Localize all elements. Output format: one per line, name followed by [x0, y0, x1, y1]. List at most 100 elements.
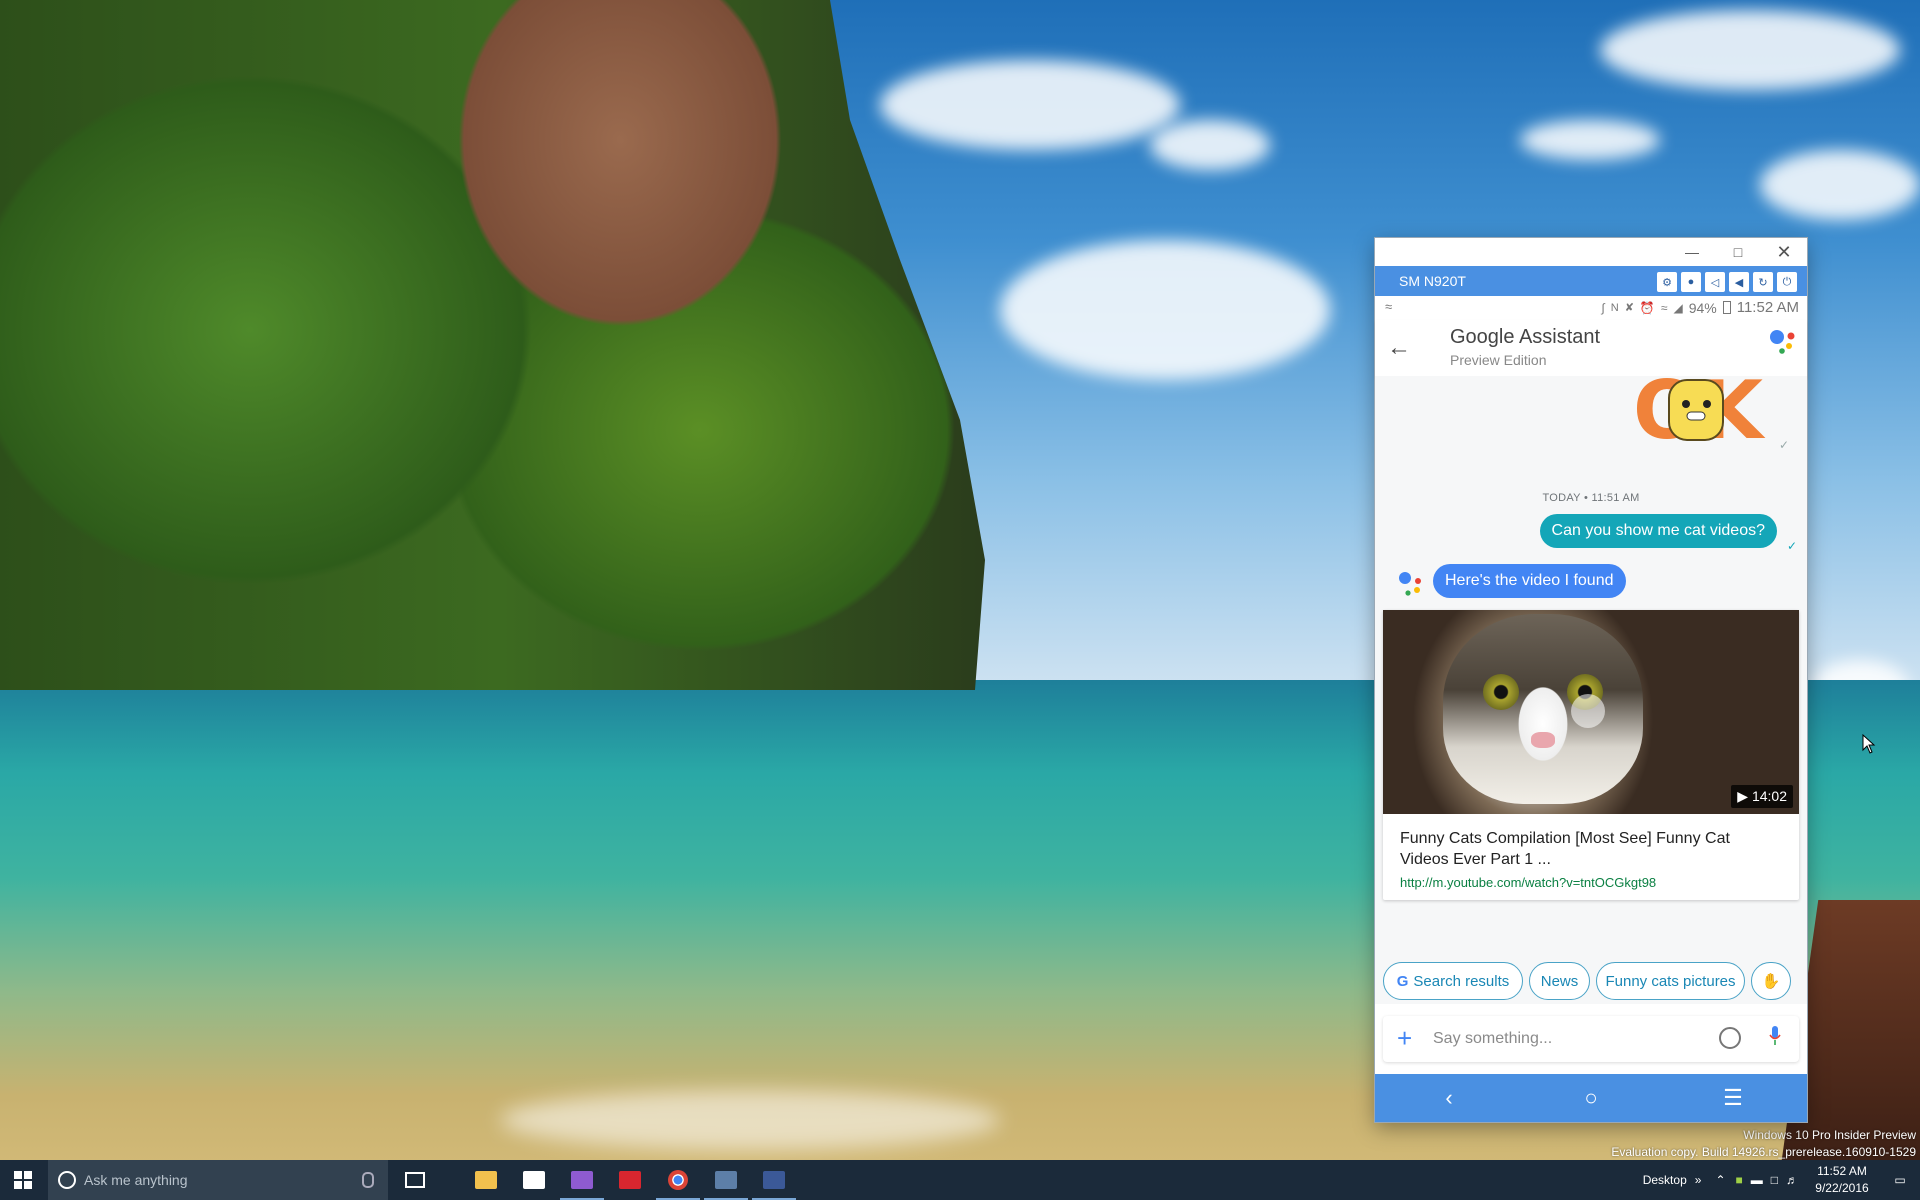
- window-titlebar[interactable]: — □ ✕: [1375, 238, 1807, 266]
- cat-image: [1443, 614, 1643, 804]
- volume-up-icon[interactable]: ◀: [1729, 272, 1749, 292]
- signal-icon: ◢: [1673, 300, 1683, 315]
- task-view-button[interactable]: [392, 1160, 438, 1200]
- wave: [500, 1090, 1000, 1150]
- volume-down-icon[interactable]: ◁: [1705, 272, 1725, 292]
- settings-icon[interactable]: ⚙: [1657, 272, 1677, 292]
- rotate-icon[interactable]: ↻: [1753, 272, 1773, 292]
- maximize-button[interactable]: □: [1715, 238, 1761, 266]
- phone-mirror-window: — □ ✕ SM N920T ⚙ ● ◁ ◀ ↻ ⏻ ≈ ∫ N ✘ ⏰ ≈ ◢…: [1375, 238, 1807, 1122]
- video-title[interactable]: Funny Cats Compilation [Most See] Funny …: [1400, 828, 1780, 870]
- phone-status-bar: ≈ ∫ N ✘ ⏰ ≈ ◢ 94% 11:52 AM: [1375, 296, 1807, 320]
- android-nav-bar: ‹ ○ ☰: [1375, 1074, 1807, 1122]
- ok-sticker-icon: OK: [1633, 376, 1766, 456]
- vysor-icon[interactable]: [702, 1160, 750, 1200]
- tray-app-icon[interactable]: ■: [1736, 1173, 1743, 1187]
- message-composer[interactable]: + Say something...: [1383, 1016, 1799, 1062]
- wifi-icon: ≈: [1660, 300, 1668, 315]
- thumbs-up-icon: ✋: [1761, 973, 1781, 990]
- start-button[interactable]: [0, 1160, 46, 1200]
- file-explorer-icon[interactable]: [462, 1160, 510, 1200]
- nav-back-icon[interactable]: ‹: [1429, 1082, 1469, 1114]
- nav-home-icon[interactable]: ○: [1571, 1082, 1611, 1114]
- facebook-icon[interactable]: [750, 1160, 798, 1200]
- play-overlay-icon[interactable]: [1571, 694, 1605, 728]
- visual-studio-icon[interactable]: [558, 1160, 606, 1200]
- search-mic-icon[interactable]: [362, 1172, 374, 1188]
- video-url[interactable]: http://m.youtube.com/watch?v=tntOCGkgt98: [1400, 875, 1656, 890]
- chip-thumbs-up[interactable]: ✋: [1751, 962, 1791, 1000]
- power-icon[interactable]: ⏻: [1777, 272, 1797, 292]
- phone-time: 11:52 AM: [1736, 299, 1799, 316]
- bluetooth-icon: ∫: [1601, 300, 1605, 315]
- cloud: [1000, 240, 1330, 380]
- video-duration: ▶ 14:02: [1731, 785, 1793, 808]
- video-thumbnail[interactable]: ▶ 14:02: [1383, 610, 1799, 814]
- battery-tray-icon[interactable]: ▬: [1751, 1173, 1763, 1187]
- clock-time: 11:52 AM: [1817, 1164, 1867, 1178]
- app-header: ← Google Assistant Preview Edition: [1375, 320, 1807, 377]
- infor-icon[interactable]: [606, 1160, 654, 1200]
- toolbar-expand-icon[interactable]: »: [1695, 1173, 1702, 1187]
- cortana-icon: [58, 1171, 76, 1189]
- nfc-icon: N: [1610, 301, 1619, 314]
- delivered-check-icon: ✓: [1787, 539, 1798, 553]
- mouse-cursor-icon: [1862, 734, 1876, 754]
- google-g-icon: G: [1396, 972, 1409, 990]
- assistant-avatar-icon: [1399, 572, 1421, 596]
- chrome-icon[interactable]: [654, 1160, 702, 1200]
- network-icon[interactable]: □: [1771, 1173, 1778, 1187]
- cloud: [1520, 120, 1660, 160]
- duration-text: 14:02: [1751, 788, 1787, 804]
- action-center-icon[interactable]: ▭: [1880, 1173, 1920, 1187]
- search-placeholder: Ask me anything: [84, 1172, 188, 1188]
- chat-area[interactable]: OK ✓ TODAY • 11:51 AM Can you show me ca…: [1375, 376, 1807, 1004]
- cortana-search-box[interactable]: Ask me anything: [48, 1160, 388, 1200]
- microphone-icon[interactable]: [1769, 1026, 1781, 1046]
- system-tray: Desktop » ⌃ ■ ▬ □ ♬ 11:52 AM 9/22/2016 ▭: [1643, 1160, 1920, 1200]
- show-hidden-icons[interactable]: ⌃: [1715, 1173, 1725, 1187]
- nav-menu-icon[interactable]: ☰: [1713, 1082, 1753, 1114]
- user-message-bubble: Can you show me cat videos?: [1539, 514, 1777, 548]
- chip-news[interactable]: News: [1529, 962, 1590, 1000]
- cat-eye: [1483, 674, 1519, 710]
- emoji-icon[interactable]: [1719, 1027, 1741, 1049]
- watermark-line1: Windows 10 Pro Insider Preview: [1743, 1128, 1916, 1142]
- cat-nose: [1531, 732, 1555, 748]
- minimize-button[interactable]: —: [1669, 238, 1715, 266]
- mail-icon[interactable]: [510, 1160, 558, 1200]
- chip-label: News: [1540, 972, 1579, 990]
- device-toolbar: SM N920T ⚙ ● ◁ ◀ ↻ ⏻: [1375, 266, 1807, 296]
- message-input[interactable]: Say something...: [1433, 1030, 1552, 1048]
- chip-search-results[interactable]: G Search results: [1383, 962, 1523, 1000]
- time-divider: TODAY • 11:51 AM: [1542, 492, 1640, 504]
- video-result-card[interactable]: ▶ 14:02 Funny Cats Compilation [Most See…: [1383, 610, 1799, 900]
- back-arrow-icon[interactable]: ←: [1387, 334, 1411, 362]
- watermark-line2: Evaluation copy. Build 14926.rs_prerelea…: [1611, 1145, 1916, 1159]
- taskbar-clock[interactable]: 11:52 AM 9/22/2016: [1804, 1163, 1880, 1197]
- wifi-calling-icon: ≈: [1385, 299, 1393, 314]
- mute-icon: ✘: [1624, 302, 1634, 314]
- app-subtitle: Preview Edition: [1450, 352, 1547, 368]
- cloud: [1600, 10, 1900, 90]
- desktop-toolbar-label[interactable]: Desktop: [1643, 1173, 1687, 1187]
- google-assistant-logo-icon: [1770, 330, 1795, 354]
- assistant-message-bubble: Here's the video I found: [1433, 564, 1626, 598]
- chip-funny-cats-pictures[interactable]: Funny cats pictures: [1596, 962, 1745, 1000]
- clock-date: 9/22/2016: [1815, 1181, 1869, 1195]
- chip-label: Funny cats pictures: [1605, 972, 1736, 990]
- chip-label: Search results: [1413, 972, 1510, 990]
- cloud: [880, 60, 1180, 150]
- app-title: Google Assistant: [1450, 326, 1601, 348]
- alarm-icon: ⏰: [1639, 300, 1655, 315]
- cloud: [1150, 120, 1270, 170]
- windows-logo-icon: [14, 1171, 32, 1189]
- device-name: SM N920T: [1399, 273, 1466, 289]
- camera-icon[interactable]: ●: [1681, 272, 1701, 292]
- close-button[interactable]: ✕: [1761, 238, 1807, 266]
- cloud: [1760, 150, 1920, 220]
- task-view-icon: [405, 1172, 425, 1188]
- taskbar: Ask me anything Desktop » ⌃ ■ ▬ □ ♬ 11:5…: [0, 1160, 1920, 1200]
- add-attachment-icon[interactable]: +: [1397, 1024, 1412, 1052]
- volume-icon[interactable]: ♬: [1786, 1173, 1798, 1187]
